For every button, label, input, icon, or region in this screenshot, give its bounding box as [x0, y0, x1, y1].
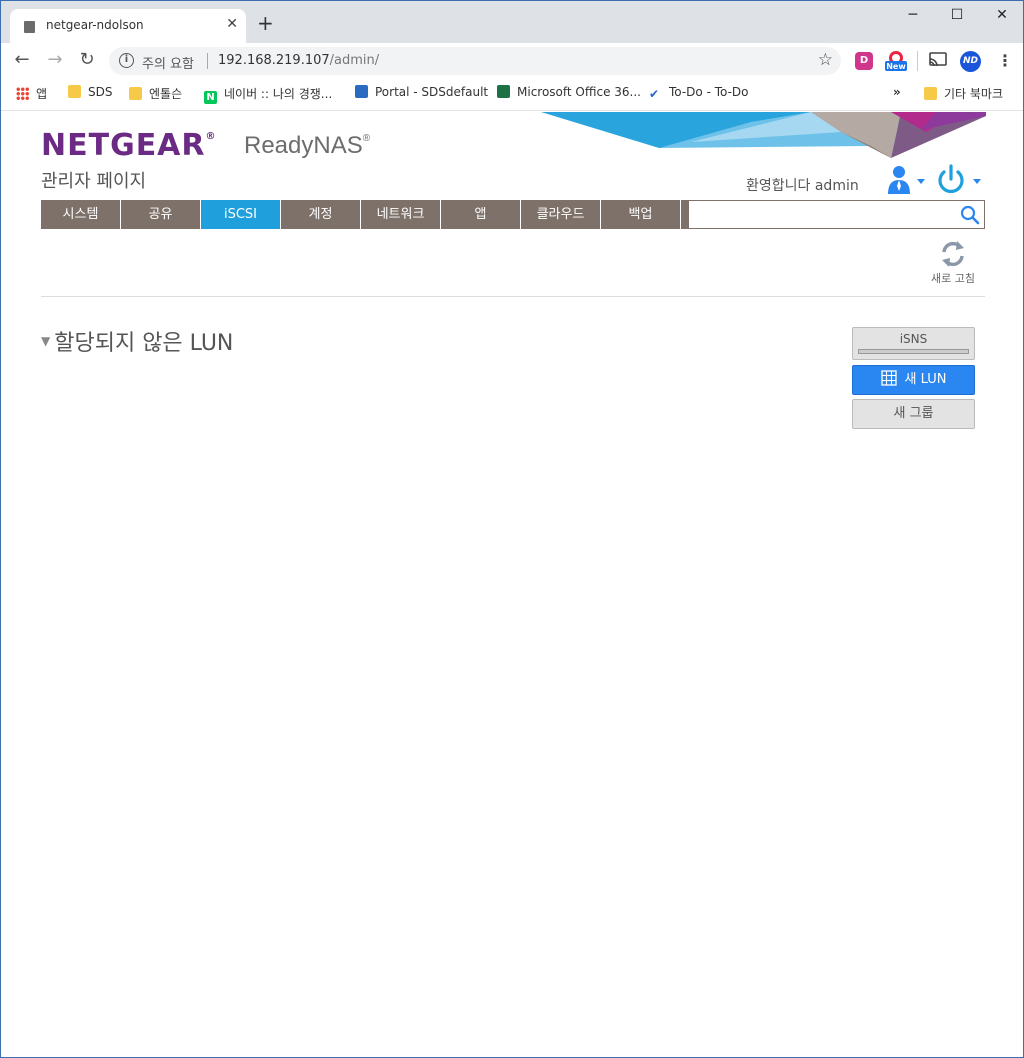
bookmark-other[interactable]: 기타 북마크 — [924, 85, 1003, 102]
power-menu-icon[interactable] — [937, 164, 985, 196]
page-content: NETGEAR® ReadyNAS® 관리자 페이지 환영합니다 admin 시… — [1, 112, 1023, 1057]
registered-mark: ® — [362, 133, 371, 144]
bookmark-star-icon[interactable]: ☆ — [818, 50, 833, 70]
bookmarks-overflow[interactable]: » — [893, 85, 901, 99]
main-nav: 시스템 공유 iSCSI 계정 네트워크 앱 클라우드 백업 — [41, 200, 691, 229]
forward-icon[interactable]: → — [43, 49, 67, 70]
bookmark-todo[interactable]: ✔ To-Do - To-Do — [649, 85, 749, 101]
bookmark-label: Microsoft Office 36... — [517, 85, 641, 99]
bookmark-label: 엔톨슨 — [149, 87, 183, 101]
collapse-triangle-icon[interactable]: ▼ — [41, 334, 50, 348]
netgear-logo: NETGEAR® — [41, 128, 217, 163]
isns-status-bar — [858, 349, 969, 354]
nav-tab-network[interactable]: 네트워크 — [361, 200, 441, 229]
registered-mark: ® — [205, 131, 217, 142]
search-icon[interactable] — [959, 204, 981, 226]
address-separator — [207, 53, 208, 69]
nav-tab-system[interactable]: 시스템 — [41, 200, 121, 229]
product-name: ReadyNAS® — [244, 132, 370, 160]
naver-icon: N — [204, 91, 217, 104]
search-box — [688, 200, 985, 229]
back-icon[interactable]: ← — [10, 49, 34, 70]
content-divider — [41, 296, 985, 297]
extension-d-icon[interactable]: D — [855, 52, 873, 70]
bookmark-ndolson[interactable]: 엔톨슨 — [129, 85, 182, 102]
browser-toolbar: ← → ↻ i 주의 요함 192.168.219.107/admin/ ☆ D… — [1, 43, 1023, 79]
isns-label: iSNS — [899, 332, 928, 346]
search-input[interactable] — [693, 204, 953, 225]
bookmark-naver[interactable]: N 네이버 :: 나의 경쟁... — [204, 85, 332, 104]
minimize-icon[interactable]: ─ — [903, 7, 923, 23]
nav-tab-iscsi[interactable]: iSCSI — [201, 200, 281, 229]
new-tab-icon[interactable]: + — [257, 13, 274, 33]
close-window-icon[interactable]: ✕ — [992, 7, 1012, 23]
url-text[interactable]: 192.168.219.107/admin/ — [218, 53, 379, 68]
info-icon[interactable]: i — [119, 53, 134, 68]
user-menu-icon[interactable] — [887, 164, 927, 196]
header-banner-graphic — [541, 112, 986, 158]
bookmark-label: 기타 북마크 — [944, 87, 1004, 101]
bookmark-label: 앱 — [36, 87, 48, 101]
url-path: /admin/ — [329, 53, 380, 68]
welcome-text: 환영합니다 admin — [746, 178, 859, 194]
new-lun-button[interactable]: 새 LUN — [852, 365, 975, 395]
address-bar[interactable]: i 주의 요함 192.168.219.107/admin/ ☆ — [109, 47, 841, 75]
cast-icon[interactable] — [929, 52, 947, 72]
new-lun-label: 새 LUN — [904, 372, 947, 387]
bookmark-label: To-Do - To-Do — [669, 85, 749, 99]
nav-tab-shares[interactable]: 공유 — [121, 200, 201, 229]
close-tab-icon[interactable]: ✕ — [226, 16, 238, 32]
bookmark-office[interactable]: Microsoft Office 36... — [497, 85, 641, 99]
page-favicon-icon — [24, 21, 35, 33]
bookmark-portal[interactable]: Portal - SDSdefault — [355, 85, 488, 99]
security-warning[interactable]: 주의 요함 — [142, 53, 194, 72]
new-group-button[interactable]: 새 그룹 — [852, 399, 975, 429]
bookmark-label: Portal - SDSdefault — [375, 85, 489, 99]
portal-icon — [355, 85, 368, 98]
bookmarks-bar: 앱 SDS 엔톨슨 N 네이버 :: 나의 경쟁... Portal - SDSd… — [1, 79, 1023, 111]
isns-button[interactable]: iSNS — [852, 327, 975, 360]
bookmark-label: 네이버 :: 나의 경쟁... — [224, 87, 333, 101]
maximize-icon[interactable]: ☐ — [947, 7, 967, 23]
nav-tab-backup[interactable]: 백업 — [601, 200, 681, 229]
brand-text: NETGEAR — [41, 128, 206, 163]
bookmark-apps[interactable]: 앱 — [16, 85, 47, 102]
product-text: ReadyNAS — [244, 132, 363, 159]
extension-new-icon[interactable]: New — [884, 49, 908, 73]
section-title: 할당되지 않은 LUN — [54, 331, 234, 356]
lun-grid-icon — [880, 370, 897, 386]
page-subtitle: 관리자 페이지 — [41, 171, 147, 192]
nav-tab-cloud[interactable]: 클라우드 — [521, 200, 601, 229]
bookmark-label: SDS — [88, 85, 113, 99]
nav-tab-accounts[interactable]: 계정 — [281, 200, 361, 229]
office-icon — [497, 85, 510, 98]
url-host: 192.168.219.107 — [218, 53, 330, 68]
browser-tab[interactable]: netgear-ndolson ✕ — [10, 9, 246, 43]
refresh-icon — [942, 241, 964, 267]
apps-grid-icon — [16, 87, 29, 100]
folder-icon — [68, 85, 81, 98]
bookmark-sds[interactable]: SDS — [68, 85, 112, 99]
check-icon: ✔ — [649, 87, 660, 101]
nav-tab-apps[interactable]: 앱 — [441, 200, 521, 229]
menu-kebab-icon[interactable]: ⋮ — [997, 51, 1013, 70]
extension-new-badge: New — [886, 62, 906, 71]
folder-icon — [129, 87, 142, 100]
section-header-unassigned-lun[interactable]: ▼ 할당되지 않은 LUN — [41, 325, 233, 357]
refresh-button[interactable]: 새로 고침 — [926, 240, 980, 286]
tab-strip: netgear-ndolson ✕ + ─ ☐ ✕ — [1, 1, 1023, 43]
tab-title: netgear-ndolson — [46, 18, 144, 32]
browser-window: netgear-ndolson ✕ + ─ ☐ ✕ ← → ↻ i 주의 요함 … — [0, 0, 1024, 1058]
refresh-label: 새로 고침 — [931, 272, 975, 285]
profile-avatar[interactable]: ND — [960, 51, 981, 72]
reload-icon[interactable]: ↻ — [75, 49, 99, 70]
folder-icon — [924, 87, 937, 100]
toolbar-divider — [917, 51, 918, 71]
